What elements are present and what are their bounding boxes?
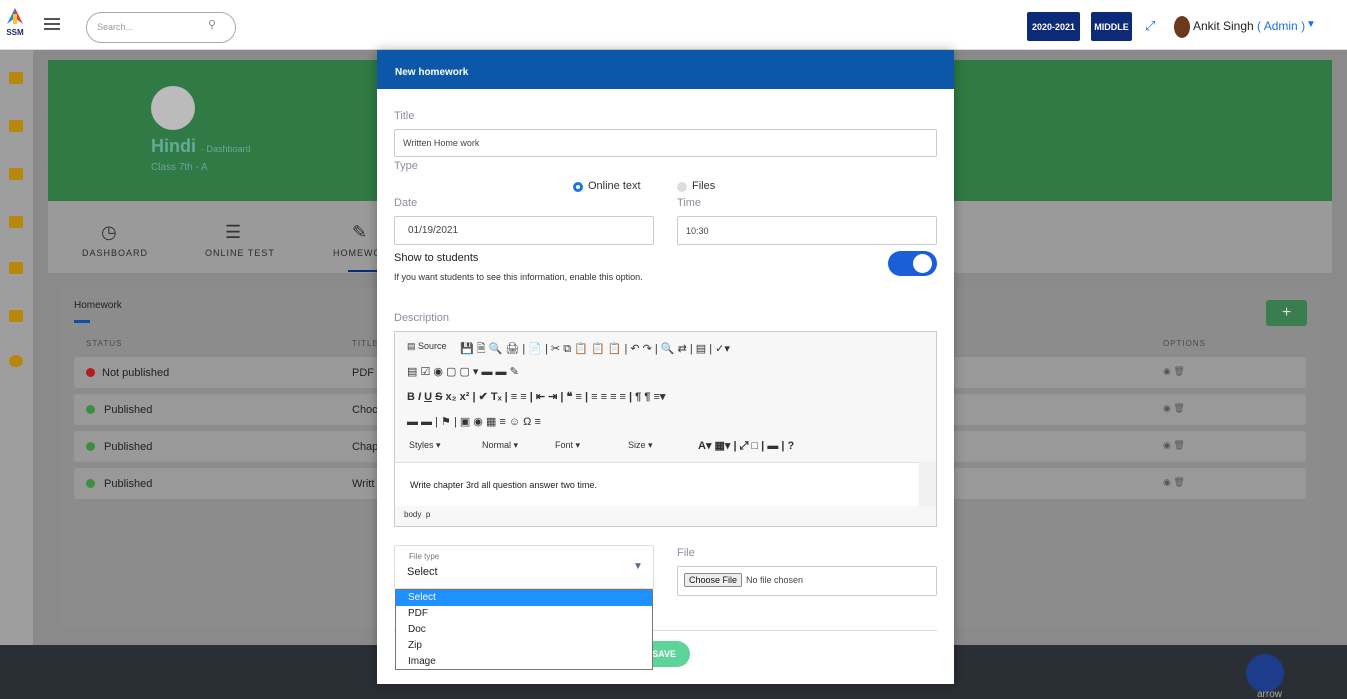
modal-header: New homework xyxy=(377,50,954,89)
radio-online-text-label[interactable]: Online text xyxy=(588,180,641,192)
active-tab-indicator xyxy=(348,270,378,272)
editor-toolbar-color[interactable]: A▾ ▦▾ | ⤢ □ | ▬ | ? xyxy=(698,439,794,453)
arrow-label: arrow xyxy=(1257,689,1283,699)
option-pdf[interactable]: PDF xyxy=(396,606,652,622)
option-select[interactable]: Select xyxy=(396,590,652,606)
level-badge[interactable]: MIDDLE xyxy=(1091,12,1132,41)
editor-content[interactable]: Write chapter 3rd all question answer tw… xyxy=(410,480,597,490)
row-status: Published xyxy=(104,441,153,453)
time-input[interactable]: 10:30 xyxy=(677,216,937,245)
bus-icon[interactable] xyxy=(9,310,23,322)
radio-files-label[interactable]: Files xyxy=(692,180,715,192)
show-students-help: If you want students to see this informa… xyxy=(394,272,643,282)
menu-icon[interactable] xyxy=(44,18,60,30)
tab-homework[interactable]: HOMEWO xyxy=(333,248,382,258)
file-label: File xyxy=(677,547,695,559)
editor-scrollbar[interactable] xyxy=(919,462,936,506)
users-icon[interactable] xyxy=(9,216,23,228)
status-dot xyxy=(86,442,95,451)
editor-path: body p xyxy=(404,510,431,519)
dashboard-icon[interactable] xyxy=(9,72,23,84)
column-options: OPTIONS xyxy=(1163,339,1207,348)
size-select[interactable]: Size ▾ xyxy=(628,440,653,451)
year-badge[interactable]: 2020-2021 xyxy=(1027,12,1080,41)
subject-logo xyxy=(151,86,195,130)
editor-toolbar-row4[interactable]: ▬ ▬ | ⚑ | ▣ ◉ ▦ ≡ ☺ Ω ≡ xyxy=(407,415,541,428)
column-title: TITLE xyxy=(352,339,379,348)
no-file-text: No file chosen xyxy=(746,575,804,585)
title-label: Title xyxy=(394,110,415,122)
building-icon[interactable] xyxy=(9,168,23,180)
row-options[interactable]: ◉ 🗑 xyxy=(1163,440,1185,451)
status-dot xyxy=(86,368,95,377)
user-name: Ankit Singh xyxy=(1193,19,1254,33)
tab-online-test[interactable]: ONLINE TEST xyxy=(205,248,275,258)
editor-toolbar-row1[interactable]: 💾 🗎 🔍 🖨 | 📄 | ✂ ⧉ 📋 📋 📋 | ↶ ↷ | 🔍 ⇄ | ▤ … xyxy=(460,340,730,359)
toggle-knob xyxy=(913,254,932,273)
tab-dashboard[interactable]: DASHBOARD xyxy=(82,248,148,258)
font-select[interactable]: Font ▾ xyxy=(555,440,580,451)
radio-files[interactable] xyxy=(677,182,687,192)
option-doc[interactable]: Doc xyxy=(396,622,652,638)
user-menu[interactable]: Ankit Singh ( Admin ) xyxy=(1193,19,1305,33)
editor-toolbar-row2[interactable]: ▤ ☑ ◉ ▢ ▢ ▾ ▬ ▬ ✎ xyxy=(407,365,519,378)
editor-toolbar-row3[interactable]: B I U S x₂ x² | ✔ Tₓ | ≡ ≡ | ⇤ ⇥ | ❝ ≡ |… xyxy=(407,390,665,403)
show-students-label: Show to students xyxy=(394,252,479,264)
source-button[interactable]: ▤ Source xyxy=(407,341,447,352)
format-select[interactable]: Normal ▾ xyxy=(482,440,518,451)
search-icon[interactable]: ⚲ xyxy=(208,18,216,31)
dashboard-tab-icon: ◷ xyxy=(101,222,117,242)
pencil-icon: ✎ xyxy=(352,222,368,242)
row-status: Published xyxy=(104,404,153,416)
avatar[interactable] xyxy=(1174,16,1190,38)
scroll-top-button[interactable] xyxy=(1246,654,1284,692)
row-options[interactable]: ◉ 🗑 xyxy=(1163,366,1185,377)
type-label: Type xyxy=(394,160,418,172)
subject-class: Class 7th - A xyxy=(151,162,208,173)
subject-title: Hindi - Dashboard xyxy=(151,136,251,156)
styles-select[interactable]: Styles ▾ xyxy=(409,440,441,451)
status-dot xyxy=(86,405,95,414)
fullscreen-icon[interactable]: ⤢ xyxy=(1145,18,1155,34)
radio-online-text[interactable] xyxy=(573,182,583,192)
time-label: Time xyxy=(677,197,702,209)
logo-text: SSM xyxy=(6,28,24,37)
user-role: ( Admin ) xyxy=(1257,19,1306,33)
title-underline xyxy=(74,320,90,323)
row-options[interactable]: ◉ 🗑 xyxy=(1163,477,1185,488)
sidebar xyxy=(0,50,33,645)
option-zip[interactable]: Zip xyxy=(396,638,652,654)
date-input[interactable]: 01/19/2021 xyxy=(394,216,654,245)
row-title: Writt xyxy=(352,478,375,490)
box-icon[interactable] xyxy=(9,120,23,132)
file-type-label: File type xyxy=(409,552,440,561)
app-logo[interactable]: SSM xyxy=(0,6,30,46)
row-status: Not published xyxy=(102,367,170,379)
coin-icon[interactable] xyxy=(9,355,23,367)
choose-file-button[interactable]: Choose File xyxy=(684,573,742,587)
row-options[interactable]: ◉ 🗑 xyxy=(1163,403,1185,414)
option-image[interactable]: Image xyxy=(396,654,652,670)
description-label: Description xyxy=(394,312,450,324)
homework-title: Homework xyxy=(74,300,122,311)
date-label: Date xyxy=(394,197,418,209)
column-status: STATUS xyxy=(86,339,123,348)
row-title: Chap xyxy=(352,441,379,453)
checklist-icon: ☰ xyxy=(225,222,242,242)
row-title: Choc xyxy=(352,404,378,416)
title-input[interactable]: Written Home work xyxy=(394,129,937,157)
chevron-down-icon[interactable]: ▼ xyxy=(633,561,643,572)
status-dot xyxy=(86,479,95,488)
row-status: Published xyxy=(104,478,153,490)
chevron-down-icon[interactable]: ▼ xyxy=(1306,19,1316,30)
add-homework-button[interactable]: + xyxy=(1266,300,1307,326)
file-type-value: Select xyxy=(407,566,438,578)
graduation-icon[interactable] xyxy=(9,262,23,274)
